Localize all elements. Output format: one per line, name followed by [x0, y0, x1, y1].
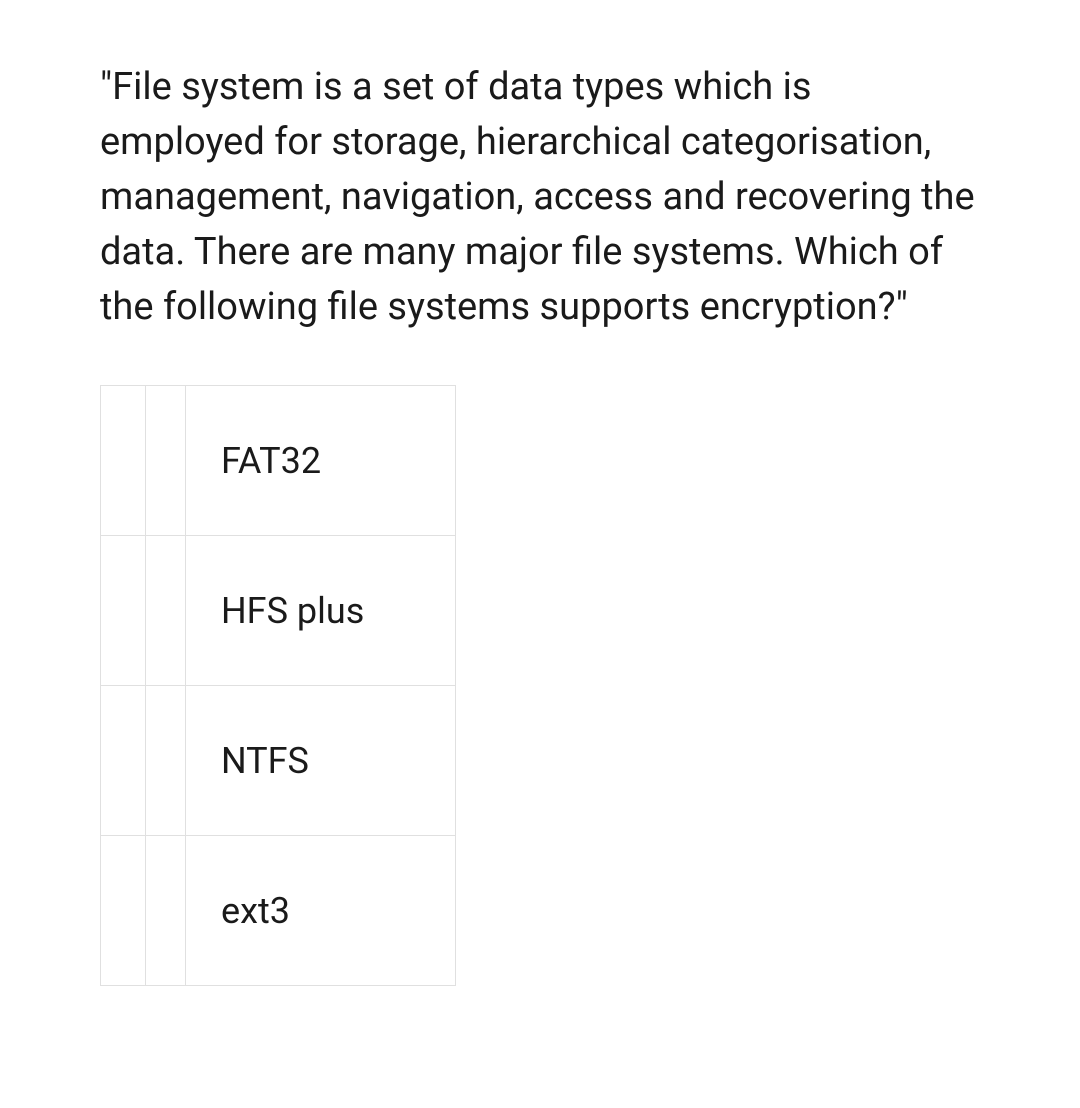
option-label-cell[interactable]: NTFS — [186, 686, 456, 836]
option-label-cell[interactable]: FAT32 — [186, 386, 456, 536]
option-selector-a[interactable] — [101, 686, 146, 836]
option-label: NTFS — [221, 740, 309, 782]
option-label: HFS plus — [221, 590, 364, 632]
option-row[interactable]: NTFS — [101, 686, 456, 836]
option-label-cell[interactable]: HFS plus — [186, 536, 456, 686]
option-selector-b[interactable] — [146, 386, 186, 536]
option-label: ext3 — [221, 890, 290, 932]
option-selector-b[interactable] — [146, 536, 186, 686]
option-selector-a[interactable] — [101, 386, 146, 536]
question-text: "File system is a set of data types whic… — [100, 60, 980, 335]
option-label-cell[interactable]: ext3 — [186, 836, 456, 986]
option-row[interactable]: FAT32 — [101, 386, 456, 536]
option-selector-a[interactable] — [101, 536, 146, 686]
option-label: FAT32 — [221, 440, 321, 482]
options-table: FAT32 HFS plus NTFS ext3 — [100, 385, 456, 986]
option-row[interactable]: HFS plus — [101, 536, 456, 686]
option-selector-b[interactable] — [146, 686, 186, 836]
option-selector-a[interactable] — [101, 836, 146, 986]
option-row[interactable]: ext3 — [101, 836, 456, 986]
option-selector-b[interactable] — [146, 836, 186, 986]
